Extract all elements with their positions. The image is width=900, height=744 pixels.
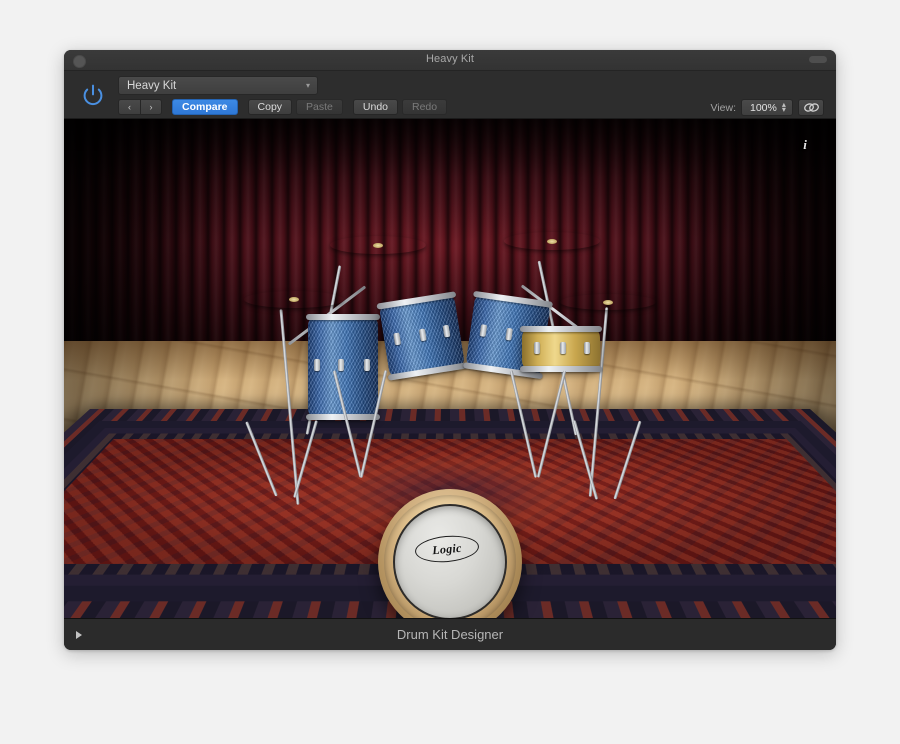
info-button[interactable]: i xyxy=(798,137,812,153)
drum-lug xyxy=(505,328,513,341)
power-icon xyxy=(80,82,106,108)
drum-rim xyxy=(388,362,468,380)
window-title: Heavy Kit xyxy=(64,53,836,65)
drum-rim xyxy=(306,314,380,320)
drum-lug xyxy=(393,333,401,346)
resize-grip[interactable] xyxy=(809,56,827,63)
drum-lug xyxy=(314,359,320,371)
plugin-name: Drum Kit Designer xyxy=(64,627,836,642)
zoom-stepper[interactable]: 100% ▴ ▾ xyxy=(741,99,793,116)
stepper-arrows-icon[interactable]: ▴ ▾ xyxy=(782,103,786,112)
chevron-down-icon: ▾ xyxy=(306,82,310,90)
stand-leg xyxy=(510,370,537,478)
drum-rim xyxy=(473,291,553,308)
window-titlebar: Heavy Kit xyxy=(64,50,836,71)
stand-leg xyxy=(537,370,566,477)
link-button[interactable] xyxy=(798,99,824,116)
ride-cymbal[interactable] xyxy=(560,294,656,310)
plugin-toolbar: Heavy Kit ▾ ‹ › Compare Copy Paste Undo … xyxy=(64,71,836,119)
drum-rim xyxy=(376,291,456,309)
copy-button[interactable]: Copy xyxy=(248,99,293,115)
drum-lug xyxy=(443,325,451,338)
disclosure-triangle-icon[interactable] xyxy=(76,631,82,639)
preset-dropdown-label: Heavy Kit xyxy=(119,80,306,92)
kick-head: Logic xyxy=(393,504,507,618)
stand-leg xyxy=(245,421,277,496)
drum-lug xyxy=(364,359,370,371)
logic-logo-text: Logic xyxy=(432,540,463,558)
drum-lug xyxy=(480,324,488,337)
stepper-down-icon[interactable]: ▾ xyxy=(782,108,786,112)
stand-leg xyxy=(613,421,641,500)
drum-lug xyxy=(419,328,427,341)
view-label: View: xyxy=(711,102,737,114)
previous-preset-button[interactable]: ‹ xyxy=(118,99,140,115)
plugin-footer: Drum Kit Designer xyxy=(64,618,836,650)
link-icon xyxy=(803,102,820,113)
drum-rim xyxy=(520,366,602,372)
drum-lug xyxy=(560,342,566,354)
preset-dropdown[interactable]: Heavy Kit ▾ xyxy=(118,76,318,95)
toolbar-button-row: ‹ › Compare Copy Paste Undo Redo xyxy=(118,99,447,115)
drum-lug xyxy=(338,359,344,371)
paste-button[interactable]: Paste xyxy=(296,99,343,115)
hihat-cymbal[interactable] xyxy=(244,291,344,308)
drum-kit: Logic xyxy=(64,119,836,618)
undo-button[interactable]: Undo xyxy=(353,99,398,115)
redo-button[interactable]: Redo xyxy=(402,99,447,115)
logic-logo: Logic xyxy=(414,533,480,564)
view-controls: View: 100% ▴ ▾ xyxy=(711,99,825,116)
crash-cymbal-left[interactable] xyxy=(330,236,426,254)
drum-rim xyxy=(520,326,602,332)
crash-cymbal-right[interactable] xyxy=(504,232,600,250)
next-preset-button[interactable]: › xyxy=(140,99,162,115)
drum-kit-stage[interactable]: Logic i xyxy=(64,119,836,618)
power-button[interactable] xyxy=(78,80,108,110)
compare-button[interactable]: Compare xyxy=(172,99,238,115)
drum-lug xyxy=(584,342,590,354)
zoom-value: 100% xyxy=(750,102,777,114)
kick-drum[interactable]: Logic xyxy=(378,489,522,618)
drum-lug xyxy=(534,342,540,354)
snare-drum[interactable] xyxy=(522,329,600,369)
plugin-window: Heavy Kit Heavy Kit ▾ ‹ › Compare Copy P… xyxy=(64,50,836,650)
rack-tom-1[interactable] xyxy=(379,294,465,377)
